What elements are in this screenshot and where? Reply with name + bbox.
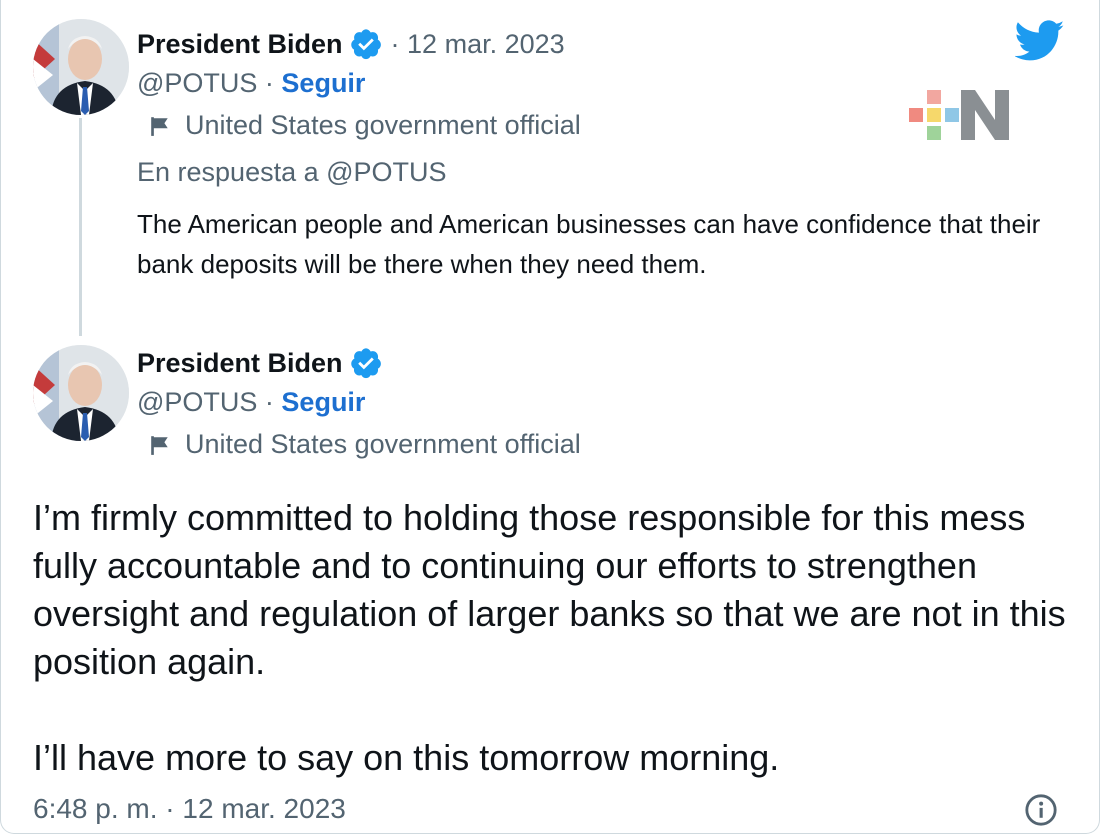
separator-dot: ·	[257, 387, 282, 417]
tweet-date[interactable]: · 12 mar. 2023	[391, 29, 565, 60]
follow-button[interactable]: Seguir	[281, 68, 365, 98]
author-handle[interactable]: @POTUS	[137, 68, 257, 98]
main-handle-row: @POTUS · Seguir	[137, 387, 365, 418]
reply-context[interactable]: En respuesta a @POTUS	[137, 157, 447, 188]
author-avatar[interactable]	[33, 345, 129, 441]
author-avatar[interactable]	[33, 19, 129, 115]
verified-badge-icon	[350, 348, 381, 379]
twitter-bird-icon[interactable]	[1015, 20, 1065, 62]
government-label[interactable]: United States government official	[149, 429, 581, 460]
account-label-text: United States government official	[185, 110, 581, 140]
reply-tweet-text: The American people and American busines…	[137, 209, 1041, 279]
tweet-embed-card: President Biden · 12 mar. 2023 @POTUS · …	[0, 0, 1100, 834]
author-handle[interactable]: @POTUS	[137, 387, 257, 417]
flag-icon	[151, 116, 168, 136]
main-tweet-text: I’m firmly committed to holding those re…	[33, 497, 1066, 778]
tweet-timestamp[interactable]: 6:48 p. m. · 12 mar. 2023	[33, 793, 346, 825]
separator-dot: ·	[257, 68, 282, 98]
account-label-text: United States government official	[185, 429, 581, 459]
verified-badge-icon	[350, 29, 381, 60]
government-label[interactable]: United States government official	[149, 110, 581, 141]
thread-connector-line	[79, 118, 82, 336]
reply-author-row: President Biden · 12 mar. 2023	[137, 27, 565, 61]
plus-n-logo	[909, 90, 1009, 140]
reply-handle-row: @POTUS · Seguir	[137, 68, 365, 99]
main-author-row: President Biden	[137, 346, 383, 380]
flag-icon	[151, 435, 168, 455]
author-name[interactable]: President Biden	[137, 29, 343, 60]
follow-button[interactable]: Seguir	[281, 387, 365, 417]
author-name[interactable]: President Biden	[137, 348, 343, 379]
info-icon[interactable]	[1024, 793, 1058, 827]
